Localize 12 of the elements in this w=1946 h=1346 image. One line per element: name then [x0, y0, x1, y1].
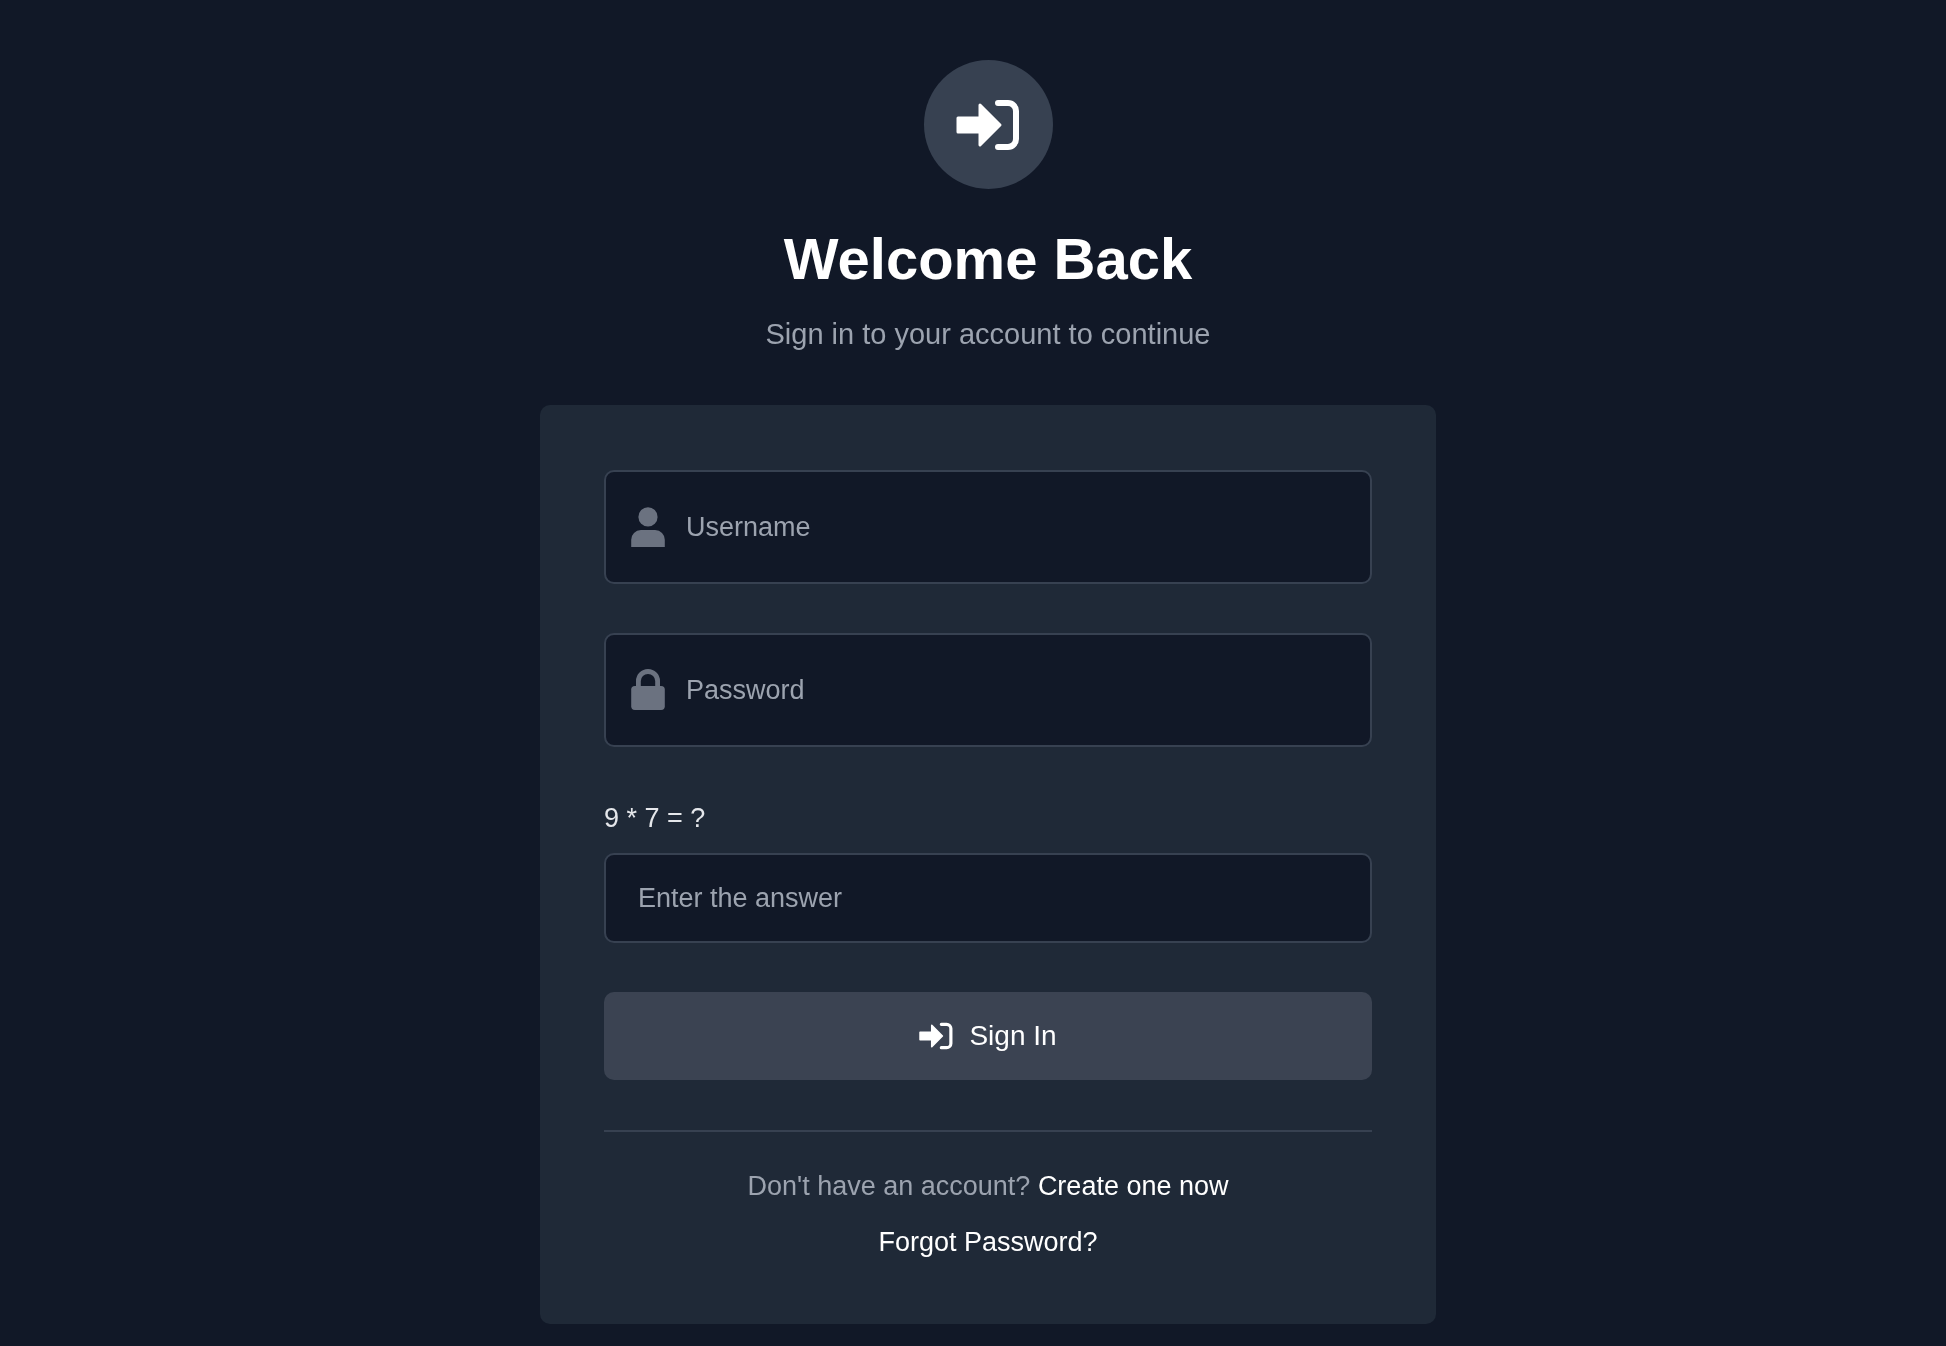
- forgot-password-link[interactable]: Forgot Password?: [878, 1227, 1098, 1257]
- captcha-question: 9 * 7 = ?: [604, 803, 707, 833]
- answer-field[interactable]: Enter the answer: [604, 853, 1372, 943]
- sign-in-button[interactable]: Sign In: [604, 992, 1372, 1080]
- page-subtitle: Sign in to your account to continue: [765, 317, 1211, 352]
- page-title: Welcome Back: [783, 225, 1193, 293]
- password-field[interactable]: Password: [604, 633, 1372, 747]
- signup-prompt: Don't have an account?: [747, 1171, 1031, 1201]
- create-account-link[interactable]: Create one now: [1037, 1171, 1229, 1201]
- sign-in-icon: [919, 1022, 954, 1050]
- username-field[interactable]: Username: [604, 470, 1372, 584]
- sign-in-icon: [956, 98, 1020, 151]
